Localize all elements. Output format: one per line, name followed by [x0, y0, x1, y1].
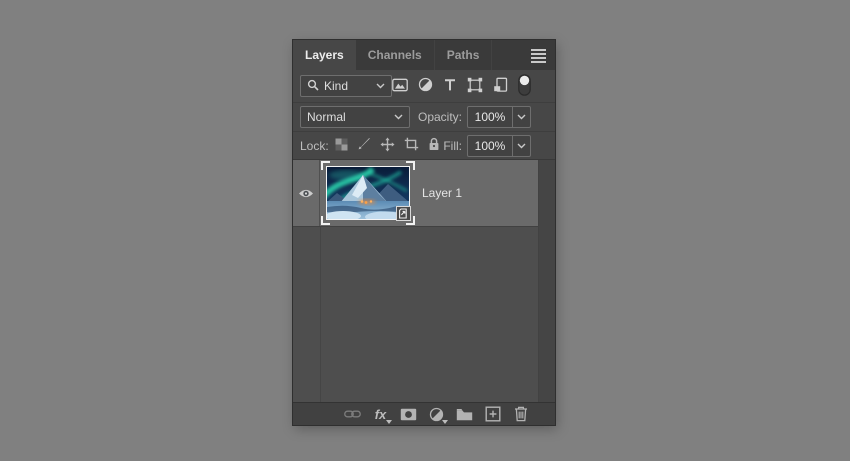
add-layer-mask-icon[interactable]	[400, 406, 417, 423]
chevron-down-icon	[517, 114, 526, 120]
layers-panel: Layers Channels Paths Kind Normal Opacit…	[292, 39, 556, 426]
layer-visibility-cell[interactable]	[293, 160, 320, 226]
new-layer-icon[interactable]	[484, 406, 501, 423]
filter-kind-label: Kind	[324, 79, 349, 93]
magnifier-icon	[307, 79, 319, 94]
type-layer-filter-icon[interactable]	[443, 78, 457, 95]
blend-bar: Normal Opacity: 100%	[293, 103, 555, 132]
lock-transparent-pixels-icon[interactable]	[335, 138, 348, 154]
shape-layer-filter-icon[interactable]	[467, 77, 483, 96]
fill-field: 100%	[467, 134, 531, 157]
layer-row[interactable]: Layer 1	[293, 160, 538, 227]
lock-position-icon[interactable]	[380, 137, 395, 155]
layer-name[interactable]: Layer 1	[422, 186, 462, 200]
eye-icon	[299, 189, 313, 197]
chevron-down-icon	[376, 83, 385, 89]
selection-bracket	[406, 161, 415, 170]
filter-kind-dropdown[interactable]: Kind	[300, 75, 392, 97]
smart-object-badge-icon	[396, 206, 411, 221]
link-layers-icon[interactable]	[344, 406, 361, 423]
lock-all-icon[interactable]	[428, 137, 440, 154]
desktop-background: Layers Channels Paths Kind Normal Opacit…	[0, 0, 850, 461]
delete-layer-icon[interactable]	[512, 406, 529, 423]
selection-bracket	[321, 161, 330, 170]
opacity-dropdown-button[interactable]	[512, 107, 530, 127]
panel-tab-strip: Layers Channels Paths	[293, 40, 555, 70]
blend-mode-value: Normal	[307, 110, 346, 124]
fill-dropdown-button[interactable]	[512, 135, 530, 156]
caret-down-icon	[386, 419, 392, 424]
hamburger-menu-icon[interactable]	[531, 49, 546, 63]
layer-type-filters	[392, 73, 531, 99]
layer-thumbnail-cell[interactable]	[320, 161, 416, 225]
selection-bracket	[321, 216, 330, 225]
layers-list: Layer 1	[293, 160, 555, 402]
tab-layers[interactable]: Layers	[293, 40, 356, 70]
opacity-value[interactable]: 100%	[468, 107, 512, 127]
caret-down-icon	[442, 419, 448, 424]
pixel-layer-filter-icon[interactable]	[392, 78, 408, 95]
adjustment-layer-filter-icon[interactable]	[418, 77, 433, 95]
lock-buttons	[335, 137, 440, 155]
blend-mode-dropdown[interactable]: Normal	[300, 106, 410, 128]
fill-value[interactable]: 100%	[468, 136, 512, 156]
layer-filtering-toggle[interactable]	[518, 73, 531, 99]
tab-paths[interactable]: Paths	[435, 40, 493, 70]
opacity-label: Opacity:	[417, 110, 462, 124]
scrollbar-gutter[interactable]	[538, 160, 555, 402]
panel-footer-bar: fx	[293, 402, 555, 425]
new-adjustment-layer-icon[interactable]	[428, 406, 448, 424]
smart-object-filter-icon[interactable]	[493, 77, 508, 96]
chevron-down-icon	[517, 143, 526, 148]
new-group-icon[interactable]	[456, 406, 473, 423]
chevron-down-icon	[394, 114, 403, 120]
tab-channels[interactable]: Channels	[356, 40, 435, 70]
lock-image-pixels-icon[interactable]	[357, 137, 371, 154]
filter-bar: Kind	[293, 70, 555, 103]
lock-bar: Lock: Fill: 100%	[293, 132, 555, 160]
fill-label: Fill:	[443, 138, 462, 153]
lock-label: Lock:	[300, 138, 329, 153]
lock-artboard-nesting-icon[interactable]	[404, 137, 419, 154]
opacity-field: 100%	[467, 106, 531, 128]
layer-style-fx-icon[interactable]: fx	[372, 406, 392, 424]
